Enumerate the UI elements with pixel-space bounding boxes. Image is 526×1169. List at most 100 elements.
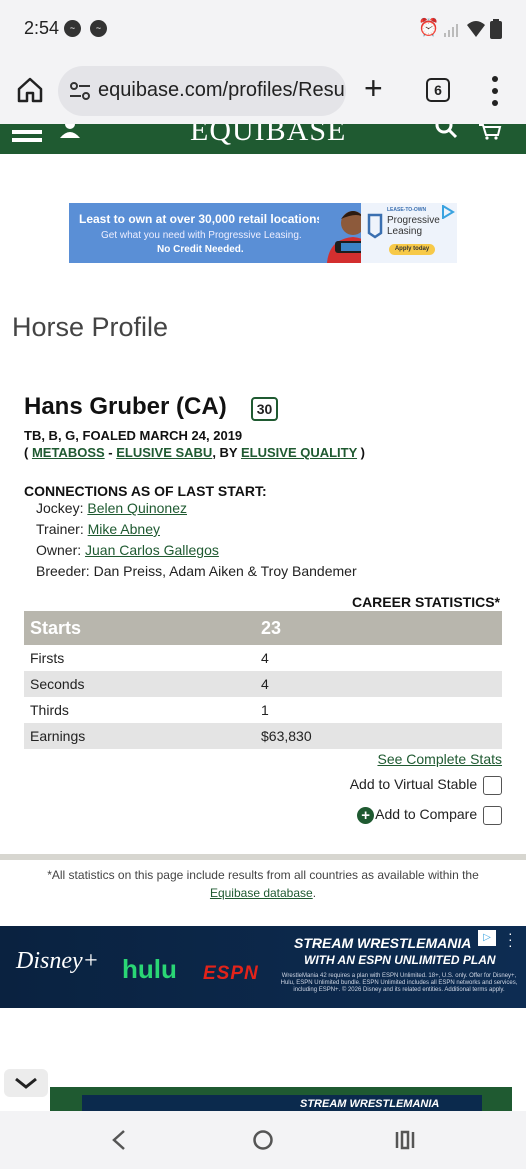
table-row: Thirds 1 xyxy=(24,697,502,723)
dam-link[interactable]: ELUSIVE SABU xyxy=(116,445,212,460)
pedigree-by: , BY xyxy=(212,445,241,460)
trainer-row: Trainer: Mike Abney xyxy=(36,521,160,537)
breeder-row: Breeder: Dan Preiss, Adam Aiken & Troy B… xyxy=(36,563,357,579)
progressive-leasing-ad[interactable]: Least to own at over 30,000 retail locat… xyxy=(69,203,457,263)
battery-icon xyxy=(490,19,502,39)
compare-checkbox[interactable] xyxy=(483,806,502,825)
address-bar[interactable]: equibase.com/profiles/Resu xyxy=(58,66,346,116)
browser-toolbar: equibase.com/profiles/Resu + 6 xyxy=(0,58,526,124)
earnings-value: $63,830 xyxy=(257,723,502,749)
home-icon[interactable] xyxy=(14,74,46,106)
new-tab-button[interactable]: + xyxy=(364,72,383,104)
owner-link[interactable]: Juan Carlos Gallegos xyxy=(85,542,219,558)
seconds-label: Seconds xyxy=(24,671,257,697)
pedigree-sep: - xyxy=(104,445,117,460)
user-icon[interactable] xyxy=(58,124,82,138)
seconds-value: 4 xyxy=(257,671,502,697)
virtual-stable-label: Add to Virtual Stable xyxy=(349,776,478,793)
back-icon[interactable] xyxy=(110,1129,128,1151)
ad-subline: Get what you need with Progressive Leasi… xyxy=(101,230,302,241)
collapse-ad-button[interactable] xyxy=(4,1069,48,1097)
ad-headline: Least to own at over 30,000 retail locat… xyxy=(79,212,327,226)
ad-subheadline: WITH AN ESPN UNLIMITED PLAN xyxy=(304,953,496,967)
adchoices-icon[interactable] xyxy=(441,205,455,219)
horse-name: Hans Gruber (CA) xyxy=(24,393,227,420)
messenger-icon: ~ xyxy=(90,20,107,37)
site-settings-icon[interactable] xyxy=(68,79,92,103)
system-nav-bar xyxy=(0,1111,526,1169)
sticky-ad-headline: STREAM WRESTLEMANIA xyxy=(300,1098,440,1110)
chevron-down-icon xyxy=(15,1077,37,1089)
alarm-icon: ⏰ xyxy=(418,18,440,37)
owner-row: Owner: Juan Carlos Gallegos xyxy=(36,542,219,558)
equibase-database-link[interactable]: Equibase database xyxy=(210,886,313,900)
table-row: Starts 23 xyxy=(24,611,502,645)
page-title: Horse Profile xyxy=(12,312,169,342)
thirds-label: Thirds xyxy=(30,702,69,718)
earnings-label: Earnings xyxy=(24,723,257,749)
url-text: equibase.com/profiles/Resu xyxy=(98,79,345,101)
pedigree-line: ( METABOSS - ELUSIVE SABU, BY ELUSIVE QU… xyxy=(24,445,365,460)
site-logo[interactable]: EQUIBASE xyxy=(190,124,346,148)
adchoices-icon[interactable]: ▷ xyxy=(478,930,496,946)
table-row: Earnings $63,830 xyxy=(24,723,502,749)
plus-circle-icon[interactable]: + xyxy=(357,807,375,824)
career-stats-heading: CAREER STATISTICS* xyxy=(351,594,500,610)
ad-subline-2: No Credit Needed. xyxy=(157,244,244,255)
jockey-link[interactable]: Belen Quinonez xyxy=(87,500,187,516)
ad-fine-print: WrestleMania 42 requires a plan with ESP… xyxy=(280,973,518,993)
add-to-compare[interactable]: + Add to Compare xyxy=(357,806,502,825)
site-header: EQUIBASE xyxy=(0,124,526,154)
section-divider xyxy=(0,854,526,860)
add-to-virtual-stable[interactable]: Add to Virtual Stable xyxy=(350,776,502,795)
stats-footnote: *All statistics on this page include res… xyxy=(24,866,502,902)
sire-link[interactable]: METABOSS xyxy=(32,445,105,460)
breeder-label: Breeder: xyxy=(36,563,94,579)
owner-label: Owner: xyxy=(36,542,86,558)
starts-value: 23 xyxy=(257,611,502,645)
more-menu-icon[interactable] xyxy=(490,74,500,108)
trainer-link[interactable]: Mike Abney xyxy=(88,521,160,537)
firsts-label: Firsts xyxy=(30,650,65,666)
pedigree-paren: ( xyxy=(24,445,32,460)
pedigree-paren: ) xyxy=(357,445,365,460)
starts-label: Starts xyxy=(24,611,257,645)
home-nav-icon[interactable] xyxy=(252,1129,274,1151)
tab-switcher-button[interactable]: 6 xyxy=(426,78,450,102)
breeder-value: Dan Preiss, Adam Aiken & Troy Bandemer xyxy=(93,563,357,579)
progressive-logo-icon xyxy=(367,213,383,239)
disney-bundle-ad[interactable]: Disney+ hulu ESPN STREAM WRESTLEMANIA WI… xyxy=(0,926,526,1008)
table-row: Firsts 4 xyxy=(24,645,502,671)
espn-logo: ESPN xyxy=(203,963,259,984)
hulu-logo: hulu xyxy=(122,954,177,984)
see-complete-stats-link[interactable]: See Complete Stats xyxy=(377,751,502,767)
ad-apply-button[interactable]: Apply today xyxy=(389,244,435,255)
horse-description: TB, B, G, FOALED MARCH 24, 2019 xyxy=(24,428,243,443)
hamburger-menu-icon[interactable] xyxy=(12,128,42,144)
horse-badge[interactable]: 30 xyxy=(251,397,278,421)
recents-icon[interactable] xyxy=(394,1130,416,1150)
cart-icon[interactable] xyxy=(478,124,502,140)
sticky-ad[interactable]: STREAM WRESTLEMANIA xyxy=(50,1087,512,1111)
jockey-row: Jockey: Belen Quinonez xyxy=(36,500,187,516)
status-bar: 2:54 ~ ~ ⏰ xyxy=(0,0,526,58)
ad-brand-panel: LEASE-TO-OWN Progressive Leasing Apply t… xyxy=(361,203,457,263)
firsts-value: 4 xyxy=(261,650,269,666)
footnote-end: . xyxy=(312,886,317,900)
ad-menu-icon[interactable]: · · · xyxy=(508,926,513,952)
virtual-stable-checkbox[interactable] xyxy=(483,776,502,795)
ad-headline: STREAM WRESTLEMANIA xyxy=(294,935,472,951)
search-icon[interactable] xyxy=(434,124,458,140)
signal-icon xyxy=(444,24,458,37)
clock: 2:54 xyxy=(24,18,60,38)
disney-plus-logo: Disney+ xyxy=(16,948,99,974)
ad-brand-tagline: LEASE-TO-OWN xyxy=(387,207,427,213)
messenger-icon: ~ xyxy=(64,20,81,37)
damsire-link[interactable]: ELUSIVE QUALITY xyxy=(241,445,357,460)
wifi-icon xyxy=(467,21,485,37)
jockey-label: Jockey: xyxy=(36,500,88,516)
career-stats-table: Starts 23 Firsts 4 Seconds 4 Thirds 1 Ea… xyxy=(24,611,502,749)
thirds-value: 1 xyxy=(261,702,269,718)
table-row: Seconds 4 xyxy=(24,671,502,697)
trainer-label: Trainer: xyxy=(36,521,88,537)
